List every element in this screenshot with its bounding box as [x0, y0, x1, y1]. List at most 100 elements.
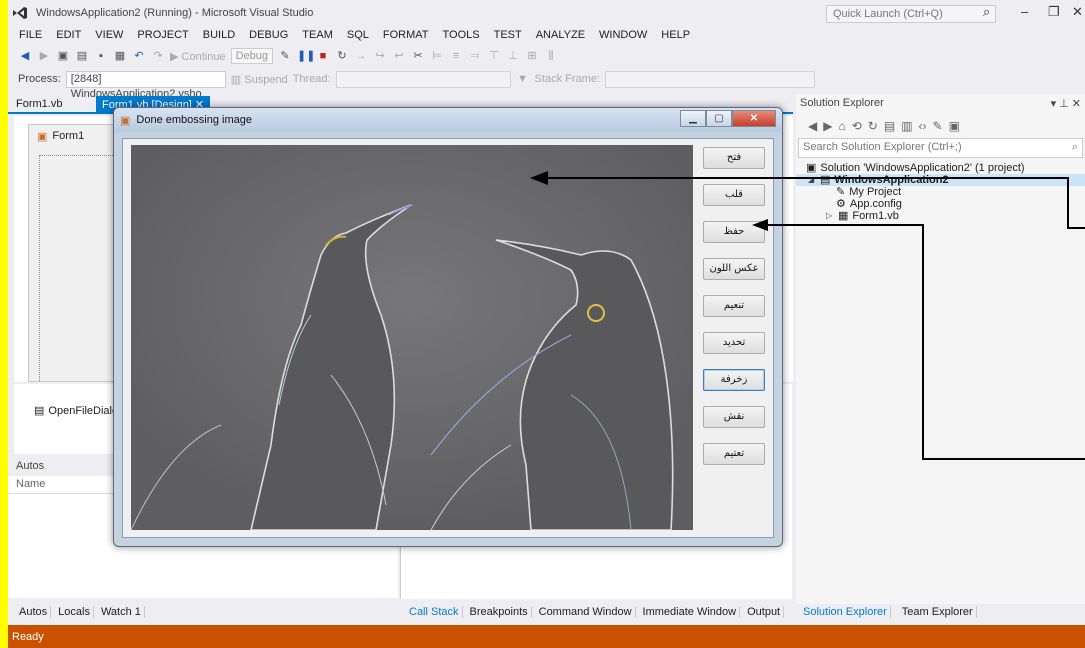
- close-icon[interactable]: ✕: [1072, 4, 1083, 20]
- collapse-all-icon[interactable]: ▤: [884, 119, 895, 133]
- pin-icon[interactable]: ▾ ⊥ ✕: [1051, 97, 1081, 111]
- save-all-icon[interactable]: ▦: [113, 49, 127, 63]
- invert-color-button[interactable]: عكس اللون: [703, 258, 765, 280]
- align-middle-icon[interactable]: ⊥: [506, 49, 520, 63]
- undo-icon[interactable]: ↶: [132, 49, 146, 63]
- smooth-button[interactable]: تنعيم: [703, 295, 765, 317]
- thread-label: Thread:: [292, 73, 331, 85]
- menu-tools[interactable]: TOOLS: [436, 29, 487, 41]
- forward-icon[interactable]: ▶: [823, 119, 832, 133]
- menu-file[interactable]: FILE: [12, 29, 49, 41]
- process-select[interactable]: [2848] WindowsApplication2.vsho: [65, 70, 226, 100]
- maximize-icon[interactable]: ▢: [706, 110, 732, 127]
- tab-solution-explorer[interactable]: Solution Explorer: [800, 606, 891, 618]
- menu-format[interactable]: FORMAT: [376, 29, 436, 41]
- tree-item-app-config[interactable]: ⚙ App.config: [796, 198, 1085, 210]
- form-file-icon: ▦: [838, 210, 849, 222]
- stack-frame-select[interactable]: [605, 70, 816, 88]
- spacing-icon[interactable]: ⫼: [544, 49, 558, 63]
- menu-sql[interactable]: SQL: [340, 29, 376, 41]
- tab-form1-code[interactable]: Form1.vb: [10, 96, 68, 114]
- menu-window[interactable]: WINDOW: [592, 29, 654, 41]
- continue-button[interactable]: ▶ Continue: [170, 50, 226, 63]
- open-icon[interactable]: ▤: [75, 49, 89, 63]
- solution-search-input[interactable]: Search Solution Explorer (Ctrl+;) ⌕: [798, 138, 1083, 158]
- save-icon[interactable]: ▪: [94, 49, 108, 63]
- step-out-icon[interactable]: ↩: [392, 49, 406, 63]
- tab-output[interactable]: Output: [744, 606, 785, 618]
- stop-icon[interactable]: ■: [316, 49, 330, 63]
- emboss-button[interactable]: زخرفة: [703, 369, 765, 391]
- back-icon[interactable]: ◀: [808, 119, 817, 133]
- menu-view[interactable]: VIEW: [88, 29, 130, 41]
- solution-config-select[interactable]: Debug: [230, 48, 273, 64]
- tab-locals[interactable]: Locals: [55, 606, 94, 618]
- home-icon[interactable]: ⌂: [838, 119, 845, 133]
- align-center-icon[interactable]: ≡: [449, 49, 463, 63]
- restart-icon[interactable]: ↻: [335, 49, 349, 63]
- collapsed-arrow-icon[interactable]: ▷: [826, 210, 834, 222]
- menu-help[interactable]: HELP: [654, 29, 697, 41]
- properties-icon[interactable]: ✎: [933, 119, 943, 133]
- preview-icon[interactable]: ▣: [949, 119, 960, 133]
- status-bar: Ready: [8, 625, 1085, 648]
- open-button[interactable]: فتح: [703, 147, 765, 169]
- sharpen-button[interactable]: تحديد: [703, 332, 765, 354]
- flip-button[interactable]: قلب: [703, 184, 765, 206]
- minimize-icon[interactable]: –: [1021, 4, 1028, 19]
- view-code-icon[interactable]: ‹›: [919, 119, 927, 133]
- tab-breakpoints[interactable]: Breakpoints: [467, 606, 532, 618]
- darken-button[interactable]: تعتيم: [703, 443, 765, 465]
- pointer-icon[interactable]: ✎: [278, 49, 292, 63]
- tree-item-solution[interactable]: ▣ Solution 'WindowsApplication2' (1 proj…: [796, 162, 1085, 174]
- suspend-button[interactable]: ▥ Suspend: [231, 73, 288, 86]
- filter-icon[interactable]: ▼: [516, 72, 530, 86]
- new-project-icon[interactable]: ▣: [56, 49, 70, 63]
- menu-debug[interactable]: DEBUG: [242, 29, 295, 41]
- align-right-icon[interactable]: ⫤: [468, 49, 482, 63]
- align-top-icon[interactable]: ⊤: [487, 49, 501, 63]
- quick-launch-input[interactable]: Quick Launch (Ctrl+Q): [826, 5, 996, 23]
- forward-icon[interactable]: ▶: [37, 49, 51, 63]
- menu-team[interactable]: TEAM: [295, 29, 340, 41]
- minimize-icon[interactable]: ▁: [680, 110, 706, 127]
- menu-test[interactable]: TEST: [487, 29, 529, 41]
- pause-icon[interactable]: ❚❚: [297, 49, 315, 63]
- tab-immediate-window[interactable]: Immediate Window: [640, 606, 741, 618]
- embossed-penguins-image: [131, 145, 693, 530]
- step-into-icon[interactable]: →: [354, 49, 368, 63]
- back-icon[interactable]: ◀: [18, 49, 32, 63]
- same-size-icon[interactable]: ⊞: [525, 49, 539, 63]
- tree-item-form1[interactable]: ▷ ▦ Form1.vb: [796, 210, 1085, 222]
- tree-item-my-project[interactable]: ✎ My Project: [796, 186, 1085, 198]
- expanded-arrow-icon[interactable]: ◢: [808, 174, 816, 186]
- search-icon: ⌕: [1071, 141, 1078, 153]
- format-icon[interactable]: ✂: [411, 49, 425, 63]
- menu-build[interactable]: BUILD: [196, 29, 242, 41]
- tab-autos[interactable]: Autos: [16, 606, 52, 618]
- show-all-files-icon[interactable]: ▥: [901, 119, 912, 133]
- restore-icon[interactable]: ❐: [1048, 4, 1060, 20]
- thread-select[interactable]: [335, 70, 511, 88]
- search-icon[interactable]: ⌕: [983, 4, 990, 20]
- tab-watch-1[interactable]: Watch 1: [98, 606, 145, 618]
- menu-edit[interactable]: EDIT: [49, 29, 88, 41]
- tab-team-explorer[interactable]: Team Explorer: [899, 606, 977, 618]
- menu-project[interactable]: PROJECT: [130, 29, 195, 41]
- engrave-button[interactable]: نقش: [703, 406, 765, 428]
- tab-call-stack[interactable]: Call Stack: [406, 606, 463, 618]
- standard-toolbar: ◀ ▶ ▣ ▤ ▪ ▦ ↶ ↷ ▶ Continue Debug ✎ ❚❚ ■ …: [8, 45, 1085, 67]
- app-title-bar[interactable]: ▣ Done embossing image ▁ ▢ ✕: [114, 108, 782, 132]
- tree-item-project[interactable]: ◢ ▤ WindowsApplication2: [796, 174, 1085, 186]
- tab-command-window[interactable]: Command Window: [536, 606, 636, 618]
- align-left-icon[interactable]: ⊨: [430, 49, 444, 63]
- sync-icon[interactable]: ⟲: [852, 119, 862, 133]
- redo-icon[interactable]: ↷: [151, 49, 165, 63]
- save-button[interactable]: حفظ: [703, 221, 765, 243]
- close-icon[interactable]: ✕: [732, 110, 776, 127]
- tree-item-label: App.config: [849, 198, 902, 210]
- menu-analyze[interactable]: ANALYZE: [529, 29, 592, 41]
- step-over-icon[interactable]: ↪: [373, 49, 387, 63]
- status-text: Ready: [12, 630, 44, 643]
- refresh-icon[interactable]: ↻: [868, 119, 878, 133]
